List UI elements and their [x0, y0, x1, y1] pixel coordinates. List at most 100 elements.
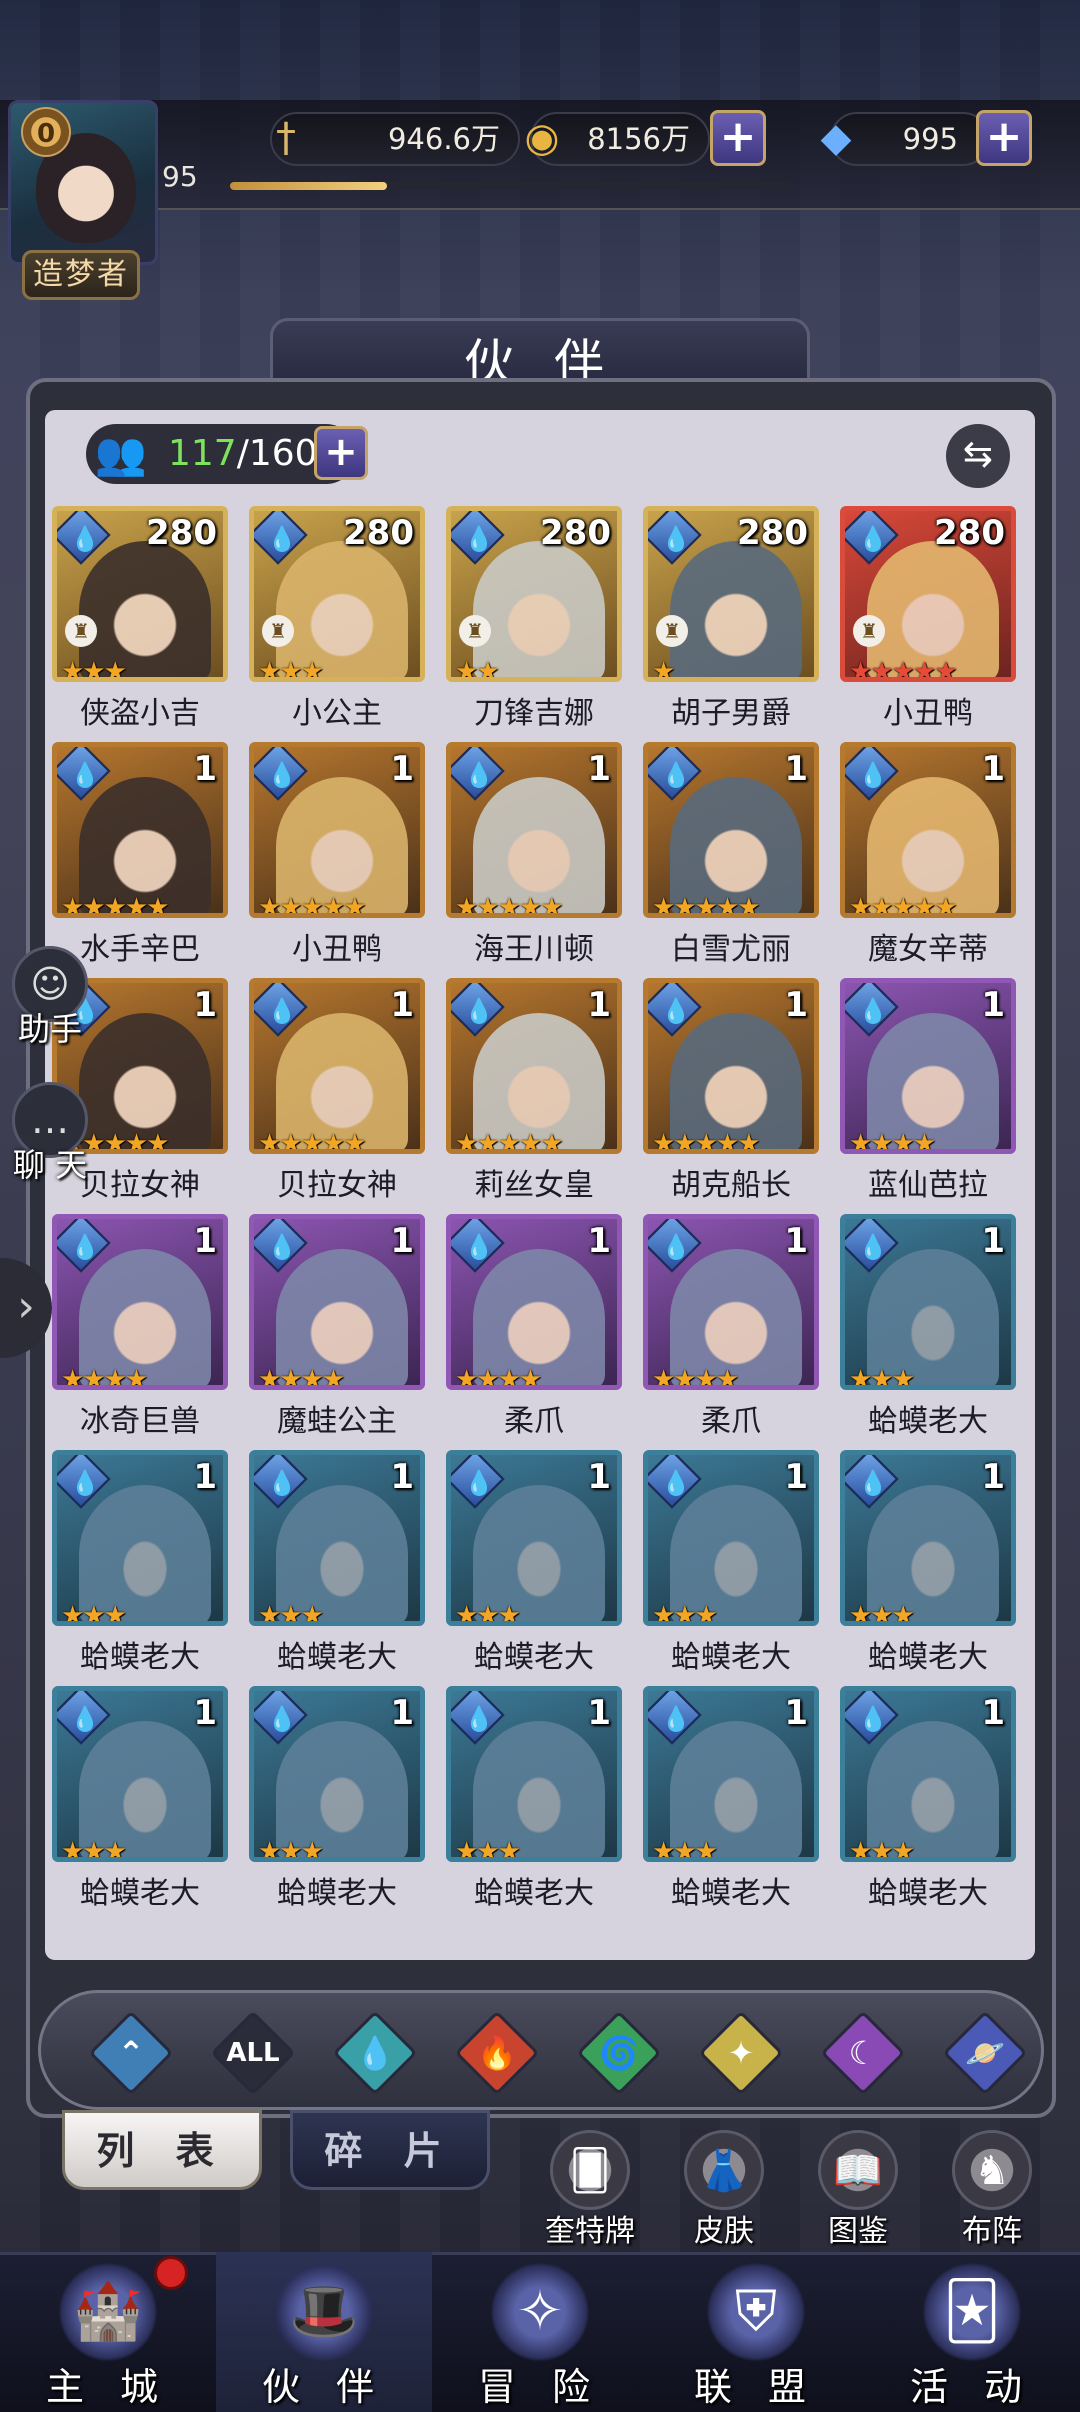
hero-card[interactable]: 💧 1 ★★★ 蛤蟆老大	[249, 1686, 425, 1916]
compass-icon: ✧	[490, 2262, 590, 2362]
hero-card[interactable]: 💧 1 ★★★ 蛤蟆老大	[840, 1450, 1016, 1680]
water-drop-icon: 💧	[464, 761, 494, 789]
hero-card[interactable]: 💧 1 ★★★★★ 海王川顿	[446, 742, 622, 972]
expand-slots-button[interactable]: +	[314, 426, 368, 480]
filter-planet[interactable]: 🪐	[942, 2010, 1028, 2096]
hero-card[interactable]: 💧 1 ★★★ 蛤蟆老大	[840, 1214, 1016, 1444]
tab-fragments[interactable]: 碎 片	[290, 2110, 490, 2190]
water-drop-icon: 💧	[858, 1469, 888, 1497]
hero-card[interactable]: 💧 1 ★★★ 蛤蟆老大	[840, 1686, 1016, 1916]
star-rating: ★★★★★	[258, 1129, 367, 1154]
hero-card[interactable]: 💧 1 ★★★★★ 水手辛巴	[52, 742, 228, 972]
assistant-label: 助手	[17, 1010, 82, 1048]
hero-portrait: 💧 1 ★★★	[643, 1686, 819, 1862]
star-rating: ★★★★	[61, 1365, 148, 1390]
hero-card[interactable]: 💧 1 ★★★ 蛤蟆老大	[249, 1450, 425, 1680]
hero-card[interactable]: 💧 1 ★★★★★ 小丑鸭	[249, 742, 425, 972]
filter-water-drop[interactable]: 💧	[332, 2010, 418, 2096]
water-drop-icon: 💧	[464, 997, 494, 1025]
player-level: 95	[162, 160, 198, 193]
hero-portrait: 💧 1 ★★★	[840, 1686, 1016, 1862]
hero-card[interactable]: 💧 1 ★★★★★ 贝拉女神	[249, 978, 425, 1208]
hero-card[interactable]: 💧 1 ★★★★ 柔爪	[446, 1214, 622, 1444]
tarot-card-button[interactable]: 🂠 奎特牌	[530, 2130, 650, 2249]
diamond-value: 995	[902, 122, 958, 156]
water-drop-icon: 💧	[464, 1469, 494, 1497]
hero-level: 1	[981, 1457, 1005, 1497]
hero-portrait: 💧 1 ★★★★	[643, 1214, 819, 1390]
hero-name: 蛤蟆老大	[474, 1876, 594, 1911]
nav-alliance[interactable]: ⛨ 联 盟	[648, 2252, 864, 2412]
hero-portrait: 💧 1 ★★★	[52, 1686, 228, 1862]
hero-card[interactable]: 💧 1 ★★★★ 冰奇巨兽	[52, 1214, 228, 1444]
hero-portrait: 💧 1 ★★★★	[249, 1214, 425, 1390]
hero-card[interactable]: 💧 1 ★★★ 蛤蟆老大	[52, 1686, 228, 1916]
rank-badge: 造梦者	[22, 250, 140, 300]
gold-coin-icon: ◉	[524, 115, 560, 161]
hero-level: 1	[587, 1693, 611, 1733]
hero-card[interactable]: 💧 280 ♜ ★★ 刀锋吉娜	[446, 506, 622, 736]
hero-card[interactable]: 💧 1 ★★★★★ 魔女辛蒂	[840, 742, 1016, 972]
hero-card[interactable]: 💧 280 ♜ ★★★ 侠盗小吉	[52, 506, 228, 736]
hero-level: 1	[193, 985, 217, 1025]
hero-card[interactable]: 💧 1 ★★★★★ 胡克船长	[643, 978, 819, 1208]
nav-activities[interactable]: 🃏 活 动	[864, 2252, 1080, 2412]
fire-icon: 🔥	[477, 2034, 517, 2072]
player-avatar[interactable]: 0	[8, 100, 158, 265]
filter-wind[interactable]: 🌀	[576, 2010, 662, 2096]
skin-button[interactable]: 👗 皮肤	[664, 2130, 784, 2249]
filter-all-element[interactable]: ⌃	[88, 2010, 174, 2096]
hero-level: 280	[343, 513, 414, 553]
hero-card[interactable]: 💧 280 ♜ ★★★★★ 小丑鸭	[840, 506, 1016, 736]
hero-card[interactable]: 💧 1 ★★★★★ 莉丝女皇	[446, 978, 622, 1208]
hero-level: 1	[587, 985, 611, 1025]
hero-card[interactable]: 💧 280 ♜ ★ 胡子男爵	[643, 506, 819, 736]
hero-card[interactable]: 💧 1 ★★★ 蛤蟆老大	[643, 1686, 819, 1916]
hero-card[interactable]: 💧 1 ★★★ 蛤蟆老大	[446, 1686, 622, 1916]
hero-card[interactable]: 💧 1 ★★★★ 柔爪	[643, 1214, 819, 1444]
tab-list[interactable]: 列 表	[62, 2110, 262, 2190]
chat-button[interactable]: … 聊 天	[0, 1082, 100, 1192]
filter-dark-moon[interactable]: ☾	[820, 2010, 906, 2096]
star-rating: ★★★	[258, 657, 324, 682]
hero-card[interactable]: 💧 1 ★★★ 蛤蟆老大	[52, 1450, 228, 1680]
water-drop-icon: 💧	[267, 1233, 297, 1261]
hero-level: 1	[390, 1221, 414, 1261]
water-drop-icon: 💧	[858, 997, 888, 1025]
codex-button[interactable]: 📖 图鉴	[798, 2130, 918, 2249]
hero-name: 冰奇巨兽	[80, 1404, 200, 1439]
hero-card[interactable]: 💧 1 ★★★★ 魔蛙公主	[249, 1214, 425, 1444]
shield-icon: ⛨	[706, 2262, 806, 2362]
star-rating: ★★★★	[652, 1365, 739, 1390]
nav-adventure[interactable]: ✧ 冒 险	[432, 2252, 648, 2412]
hero-level: 1	[390, 749, 414, 789]
hero-count-current: 117	[168, 433, 237, 474]
hero-card[interactable]: 💧 1 ★★★ 蛤蟆老大	[643, 1450, 819, 1680]
hero-portrait: 💧 280 ♜ ★★	[446, 506, 622, 682]
formation-button[interactable]: ♞ 布阵	[932, 2130, 1052, 2249]
filter-fire[interactable]: 🔥	[454, 2010, 540, 2096]
hero-level: 1	[784, 985, 808, 1025]
all-element-icon: ⌃	[117, 2034, 145, 2072]
hero-card[interactable]: 💧 1 ★★★ 蛤蟆老大	[446, 1450, 622, 1680]
assistant-button[interactable]: ☺ 助手	[0, 946, 100, 1056]
hero-art	[670, 541, 802, 677]
hero-count-text: 117/160	[168, 424, 318, 484]
water-drop-icon: 💧	[858, 1705, 888, 1733]
hero-card[interactable]: 💧 1 ★★★★ 蓝仙芭拉	[840, 978, 1016, 1208]
tarot-card-icon: 🂠	[550, 2130, 630, 2210]
add-gold-button[interactable]: +	[710, 110, 766, 166]
hero-name: 贝拉女神	[277, 1168, 397, 1203]
hero-name: 蛤蟆老大	[474, 1640, 594, 1675]
nav-partners[interactable]: 🎩 伙 伴	[216, 2252, 432, 2412]
hero-name: 蛤蟆老大	[868, 1876, 988, 1911]
hero-name: 蛤蟆老大	[277, 1876, 397, 1911]
hero-card[interactable]: 💧 1 ★★★★★ 白雪尤丽	[643, 742, 819, 972]
filter-light[interactable]: ✦	[698, 2010, 784, 2096]
partners-icon: 👥	[94, 429, 148, 478]
filter-all[interactable]: ALL	[210, 2010, 296, 2096]
add-diamond-button[interactable]: +	[976, 110, 1032, 166]
sort-swap-icon[interactable]: ⇆	[946, 424, 1010, 488]
star-rating: ★★★	[849, 1837, 915, 1862]
hero-card[interactable]: 💧 280 ♜ ★★★ 小公主	[249, 506, 425, 736]
